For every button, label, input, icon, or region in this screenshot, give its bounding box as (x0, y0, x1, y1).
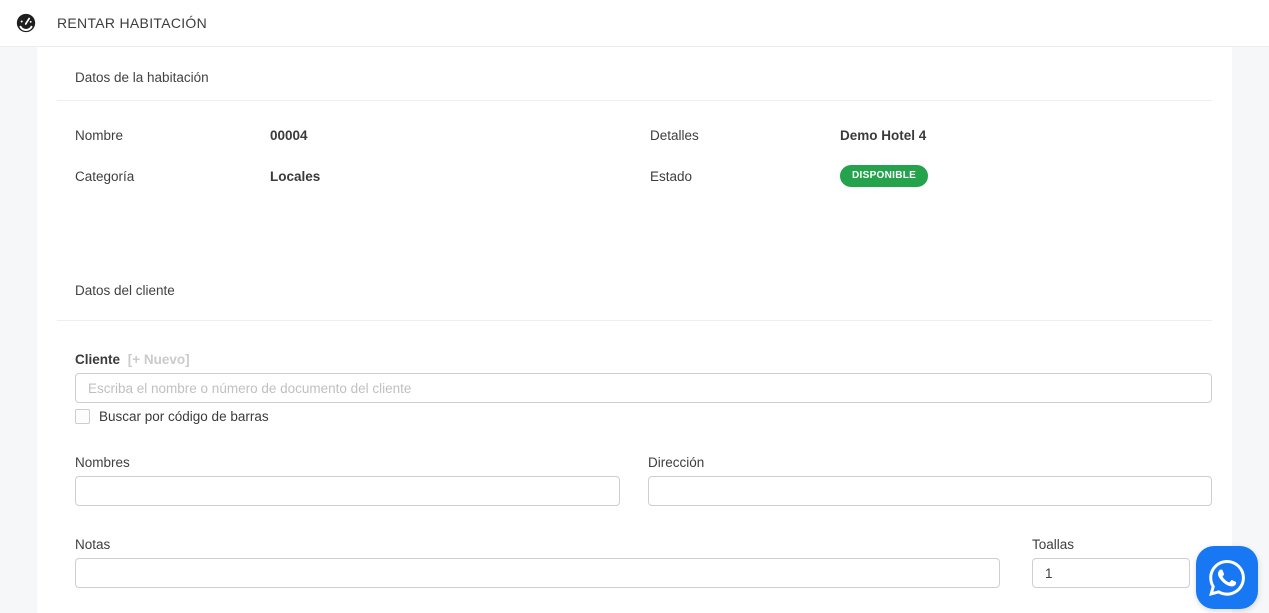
nombre-value: 00004 (270, 127, 308, 143)
direccion-input[interactable] (648, 476, 1212, 506)
whatsapp-icon (1209, 559, 1245, 596)
detalles-label: Detalles (650, 127, 699, 143)
categoria-value: Locales (270, 168, 321, 184)
room-field-detalles: Detalles Demo Hotel 4 (650, 127, 1212, 143)
whatsapp-button[interactable] (1196, 546, 1258, 609)
nombres-input[interactable] (75, 476, 620, 506)
room-data-grid: Nombre 00004 Detalles Demo Hotel 4 Categ… (57, 101, 1212, 187)
room-section-heading: Datos de la habitación (75, 70, 209, 85)
categoria-label: Categoría (75, 168, 135, 184)
toallas-input[interactable] (1032, 558, 1190, 588)
estado-label: Estado (650, 168, 693, 184)
client-search-input[interactable] (75, 373, 1212, 403)
new-client-link[interactable]: [+ Nuevo] (128, 352, 190, 367)
main-card: Datos de la habitación Nombre 00004 Deta… (37, 47, 1232, 613)
cliente-label: Cliente (75, 352, 121, 367)
barcode-checkbox-label: Buscar por código de barras (99, 409, 269, 424)
toallas-label: Toallas (1032, 537, 1075, 552)
barcode-checkbox[interactable] (75, 409, 90, 424)
notas-label: Notas (75, 537, 111, 552)
status-badge: DISPONIBLE (840, 165, 929, 187)
nombre-label: Nombre (75, 127, 124, 143)
divider (57, 320, 1212, 321)
room-field-nombre: Nombre 00004 (75, 127, 650, 143)
page-title: RENTAR HABITACIÓN (57, 15, 208, 31)
barcode-checkbox-row: Buscar por código de barras (75, 409, 1212, 424)
cliente-line: Cliente [+ Nuevo] (75, 352, 1212, 367)
gauge-icon[interactable] (16, 13, 36, 33)
direccion-label: Dirección (648, 455, 705, 470)
client-section-heading: Datos del cliente (75, 283, 175, 298)
notas-input[interactable] (75, 558, 1000, 588)
topbar: RENTAR HABITACIÓN (0, 0, 1269, 47)
client-form: Cliente [+ Nuevo] Buscar por código de b… (57, 352, 1212, 588)
room-field-categoria: Categoría Locales (75, 165, 650, 187)
room-field-estado: Estado DISPONIBLE (650, 165, 1212, 187)
detalles-value: Demo Hotel 4 (840, 127, 927, 143)
nombres-label: Nombres (75, 455, 130, 470)
